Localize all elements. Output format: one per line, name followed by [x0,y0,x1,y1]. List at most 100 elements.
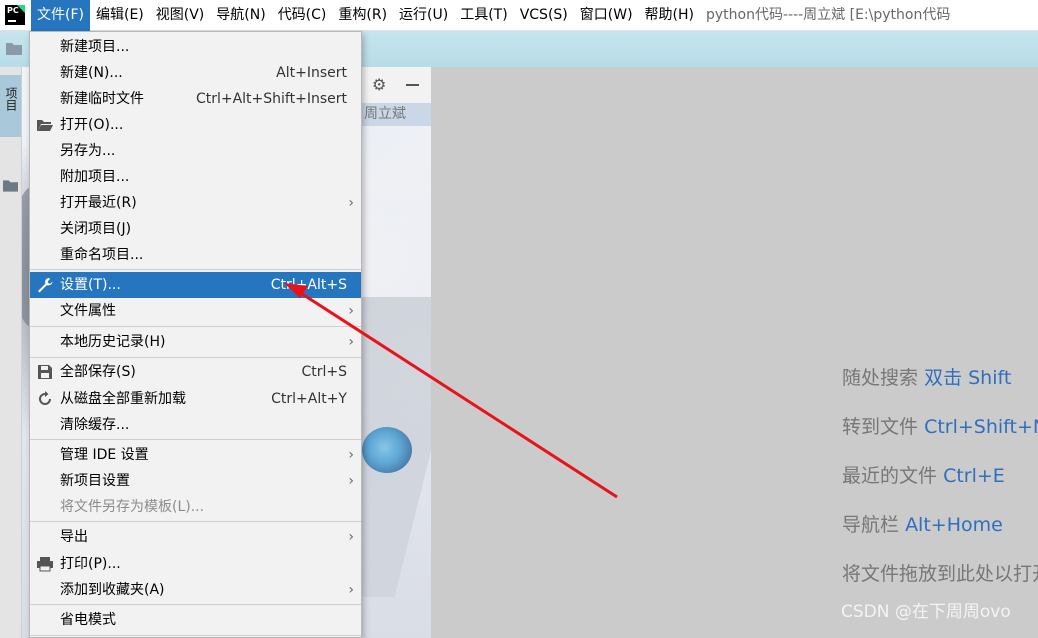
menu-separator [30,357,361,358]
menu-item-shortcut: Alt+Insert [276,65,347,81]
menu-item-rename-project[interactable]: 重命名项目... [30,242,361,268]
menu-item-manage-ide-settings[interactable]: 管理 IDE 设置 › [30,442,361,468]
menu-item-open-recent[interactable]: 打开最近(R) › [30,190,361,216]
project-panel-header: ⚙ [362,67,431,103]
menu-item-label: 打开最近(R) [60,195,137,211]
menu-item-label: 添加到收藏夹(A) [60,582,165,598]
hint-search-everywhere: 随处搜索 双击 Shift [842,363,1011,390]
menu-item-close-project[interactable]: 关闭项目(J) [30,216,361,242]
menu-item-open[interactable]: 打开(O)... [30,112,361,138]
menu-item-label: 清除缓存... [60,417,130,433]
menu-item-reload-all[interactable]: 从磁盘全部重新加载 Ctrl+Alt+Y [30,386,361,412]
menu-item-power-save-mode[interactable]: 省电模式 [30,607,361,633]
pycharm-logo-icon: PC [5,5,25,25]
menu-item-shortcut: Ctrl+Alt+Shift+Insert [195,91,347,107]
project-tool-tab[interactable]: 项目 [0,75,21,137]
menu-item-label: 新建临时文件 [60,91,144,107]
reload-icon [39,391,51,405]
chevron-right-icon: › [348,582,354,598]
menu-item-file-properties[interactable]: 文件属性 › [30,298,361,324]
menubar: PC 文件(F) 编辑(E) 视图(V) 导航(N) 代码(C) 重构(R) 运… [0,0,1038,31]
hint-text: 随处搜索 [842,367,919,389]
menu-window[interactable]: 窗口(W) [574,0,639,31]
menu-item-new-project[interactable]: 新建项目... [30,34,361,60]
menu-edit[interactable]: 编辑(E) [90,0,150,31]
menu-item-label: 新建项目... [60,39,130,55]
menu-separator [30,604,361,605]
window-title: python代码----周立斌 [E:\python代码 [706,6,951,23]
menu-item-label: 全部保存(S) [60,364,136,380]
menu-item-label: 附加项目... [60,169,130,185]
menu-item-attach-project[interactable]: 附加项目... [30,164,361,190]
editor-empty-area[interactable]: 随处搜索 双击 Shift 转到文件 Ctrl+Shift+N 最近的文件 Ct… [431,67,1038,638]
menu-item-new-scratch-file[interactable]: 新建临时文件 Ctrl+Alt+Shift+Insert [30,86,361,112]
chevron-right-icon: › [348,303,354,319]
menu-item-label: 新项目设置 [60,473,130,489]
gear-icon[interactable]: ⚙ [372,77,386,93]
menu-separator [30,326,361,327]
menu-vcs[interactable]: VCS(S) [514,0,574,31]
watermark: CSDN @在下周周ovo [841,602,1011,622]
menu-item-label: 设置(T)... [60,277,121,293]
save-icon [38,365,52,379]
menu-item-label: 另存为... [60,143,116,159]
menu-item-label: 文件属性 [60,303,116,319]
wrench-icon [38,278,53,293]
menu-item-label: 省电模式 [60,612,116,628]
menu-separator [30,269,361,270]
hint-goto-file: 转到文件 Ctrl+Shift+N [842,412,1038,439]
menu-help[interactable]: 帮助(H) [639,0,700,31]
menu-item-save-as[interactable]: 另存为... [30,138,361,164]
chevron-right-icon: › [348,473,354,489]
menu-item-label: 关闭项目(J) [60,221,132,237]
menu-file[interactable]: 文件(F) [31,0,90,31]
hint-text: 转到文件 [842,416,919,438]
menu-item-new[interactable]: 新建(N)... Alt+Insert [30,60,361,86]
folder-open-icon [37,120,53,131]
menu-item-local-history[interactable]: 本地历史记录(H) › [30,329,361,355]
menu-item-label: 本地历史记录(H) [60,334,166,350]
menu-separator [30,635,361,636]
menu-code[interactable]: 代码(C) [272,0,333,31]
project-tool-tab-label: 项目 [4,87,18,111]
menu-item-save-as-template: 将文件另存为模板(L)... [30,494,361,520]
menu-item-label: 重命名项目... [60,247,144,263]
menu-item-label: 将文件另存为模板(L)... [60,499,205,515]
chevron-right-icon: › [348,195,354,211]
menu-separator [30,521,361,522]
hint-navigation-bar: 导航栏 Alt+Home [842,510,1003,537]
chevron-right-icon: › [348,334,354,350]
menu-item-export[interactable]: 导出 › [30,524,361,550]
hint-recent-files: 最近的文件 Ctrl+E [842,461,1005,488]
chevron-right-icon: › [348,529,354,545]
menu-tools[interactable]: 工具(T) [454,0,513,31]
hint-key: Ctrl+Shift+N [924,416,1038,438]
menu-item-label: 新建(N)... [60,65,123,81]
folder-icon[interactable] [6,42,22,55]
file-menu-dropdown: 新建项目... 新建(N)... Alt+Insert 新建临时文件 Ctrl+Al… [29,31,362,638]
left-tool-stripe: 项目 [0,67,22,638]
hint-key: Ctrl+E [943,465,1005,487]
menu-run[interactable]: 运行(U) [393,0,454,31]
minimize-icon[interactable] [406,84,419,86]
menu-item-label: 打印(P)... [60,556,121,572]
menu-item-save-all[interactable]: 全部保存(S) Ctrl+S [30,359,361,385]
menu-item-shortcut: Ctrl+Alt+Y [271,391,347,407]
menu-item-new-project-settings[interactable]: 新项目设置 › [30,468,361,494]
menu-item-invalidate-caches[interactable]: 清除缓存... [30,412,361,438]
folder-icon[interactable] [3,179,18,192]
menu-item-shortcut: Ctrl+S [301,364,347,380]
print-icon [37,557,53,572]
hint-text: 最近的文件 [842,465,938,487]
menu-item-settings[interactable]: 设置(T)... Ctrl+Alt+S [30,272,361,298]
menu-refactor[interactable]: 重构(R) [332,0,393,31]
menu-item-label: 打开(O)... [60,117,124,133]
project-root-item[interactable]: 周立斌 [362,103,431,126]
menu-navigate[interactable]: 导航(N) [210,0,271,31]
menu-item-label: 管理 IDE 设置 [60,447,149,463]
wallpaper-eye [362,427,412,473]
menu-view[interactable]: 视图(V) [150,0,211,31]
menu-item-print[interactable]: 打印(P)... [30,551,361,577]
chevron-right-icon: › [348,447,354,463]
menu-item-add-to-favorites[interactable]: 添加到收藏夹(A) › [30,577,361,603]
